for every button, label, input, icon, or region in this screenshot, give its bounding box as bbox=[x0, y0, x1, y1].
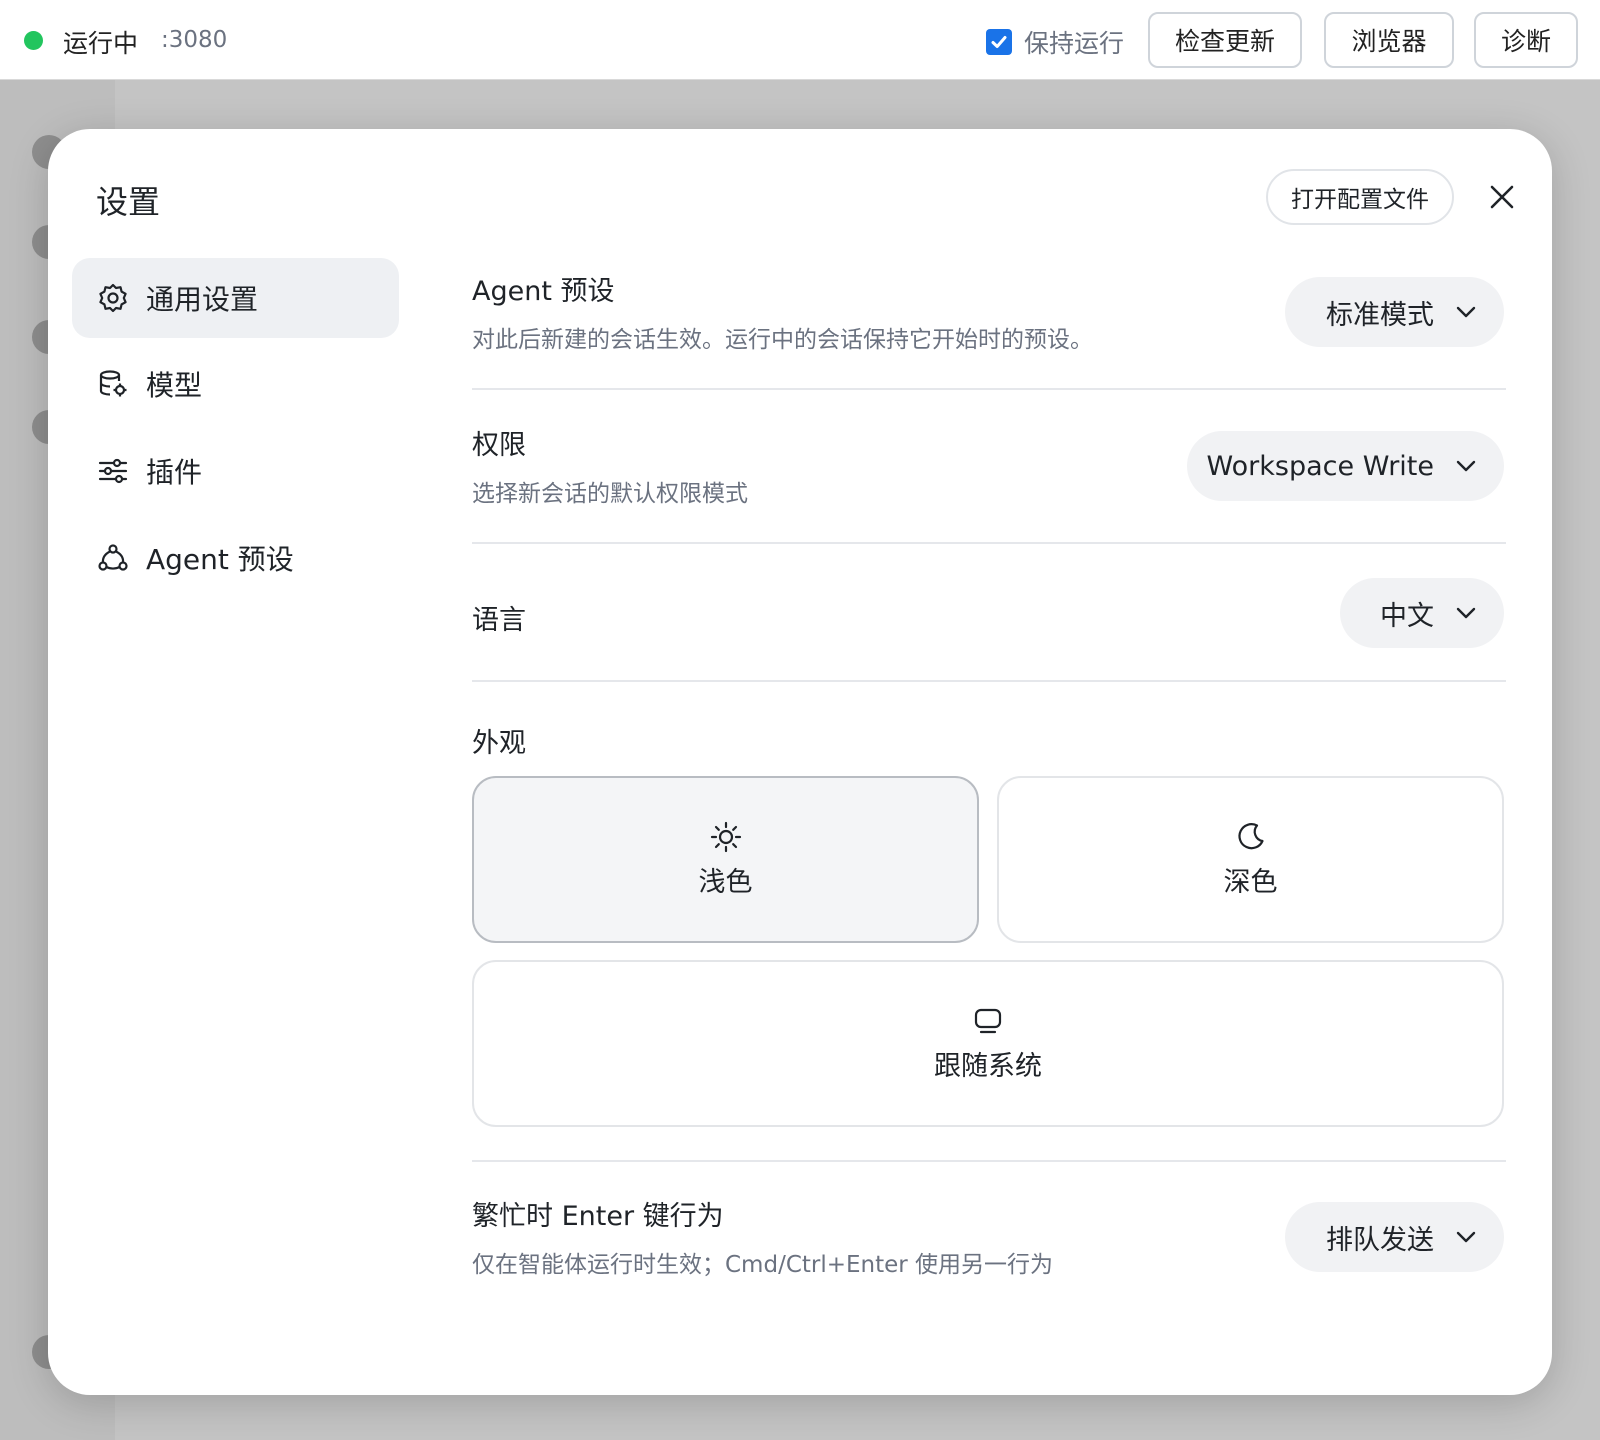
permission-value: Workspace Write bbox=[1206, 450, 1434, 482]
sidebar-item-label: Agent 预设 bbox=[146, 543, 294, 576]
agent-preset-select[interactable]: 标准模式 bbox=[1285, 277, 1504, 347]
status-text: 运行中 bbox=[63, 29, 139, 58]
busy-enter-value: 排队发送 bbox=[1326, 1224, 1434, 1256]
theme-option-light[interactable]: 浅色 bbox=[472, 776, 979, 943]
appearance-title: 外观 bbox=[472, 728, 526, 759]
monitor-icon bbox=[971, 1004, 1005, 1038]
chevron-down-icon bbox=[1456, 1228, 1476, 1247]
sun-icon bbox=[709, 820, 743, 854]
sidebar-item-agent-presets[interactable]: Agent 预设 bbox=[72, 518, 399, 598]
settings-modal: 设置 打开配置文件 通用设置 模型 插件 Agent 预设 Agent 预设 对… bbox=[48, 129, 1552, 1395]
theme-option-label: 跟随系统 bbox=[934, 1051, 1042, 1082]
language-title: 语言 bbox=[472, 605, 526, 636]
chevron-down-icon bbox=[1456, 303, 1476, 322]
theme-option-system[interactable]: 跟随系统 bbox=[472, 960, 1504, 1127]
keep-running-toggle[interactable]: 保持运行 bbox=[986, 24, 1124, 60]
close-icon[interactable] bbox=[1480, 175, 1524, 219]
diagnose-button[interactable]: 诊断 bbox=[1474, 12, 1578, 68]
chevron-down-icon bbox=[1456, 604, 1476, 623]
gear-icon bbox=[96, 281, 130, 315]
language-value: 中文 bbox=[1380, 600, 1434, 632]
divider bbox=[472, 680, 1506, 682]
busy-enter-select[interactable]: 排队发送 bbox=[1285, 1202, 1504, 1272]
sidebar-item-label: 模型 bbox=[146, 369, 203, 402]
agent-preset-title: Agent 预设 bbox=[472, 276, 615, 307]
port-text: :3080 bbox=[161, 27, 228, 53]
top-status-bar: 运行中 :3080 保持运行 检查更新 浏览器 诊断 bbox=[0, 0, 1600, 80]
language-select[interactable]: 中文 bbox=[1340, 578, 1504, 648]
sliders-icon bbox=[96, 454, 130, 488]
busy-enter-description: 仅在智能体运行时生效；Cmd/Ctrl+Enter 使用另一行为 bbox=[472, 1252, 1054, 1278]
permission-select[interactable]: Workspace Write bbox=[1187, 431, 1504, 501]
theme-option-dark[interactable]: 深色 bbox=[997, 776, 1504, 943]
permission-title: 权限 bbox=[472, 430, 526, 461]
browser-button[interactable]: 浏览器 bbox=[1324, 12, 1454, 68]
theme-option-label: 深色 bbox=[1223, 867, 1278, 898]
sidebar-item-label: 插件 bbox=[146, 456, 203, 489]
sidebar-item-general[interactable]: 通用设置 bbox=[72, 258, 399, 338]
permission-description: 选择新会话的默认权限模式 bbox=[472, 481, 748, 507]
divider bbox=[472, 542, 1506, 544]
open-config-file-button[interactable]: 打开配置文件 bbox=[1266, 169, 1454, 225]
divider bbox=[472, 1160, 1506, 1162]
divider bbox=[472, 388, 1506, 390]
agent-preset-description: 对此后新建的会话生效。运行中的会话保持它开始时的预设。 bbox=[472, 327, 1093, 353]
checkbox-checked-icon[interactable] bbox=[986, 29, 1012, 55]
keep-running-label: 保持运行 bbox=[1024, 29, 1125, 58]
sidebar-item-models[interactable]: 模型 bbox=[72, 344, 399, 424]
modal-title: 设置 bbox=[96, 183, 161, 221]
theme-option-label: 浅色 bbox=[698, 867, 753, 898]
moon-icon bbox=[1234, 820, 1268, 854]
database-gear-icon bbox=[96, 367, 130, 401]
sidebar-item-plugins[interactable]: 插件 bbox=[72, 431, 399, 511]
status-indicator-dot bbox=[24, 31, 43, 50]
chevron-down-icon bbox=[1456, 457, 1476, 476]
busy-enter-title: 繁忙时 Enter 键行为 bbox=[472, 1201, 724, 1232]
sidebar-item-label: 通用设置 bbox=[146, 283, 259, 316]
agent-preset-value: 标准模式 bbox=[1326, 299, 1434, 331]
agent-nodes-icon bbox=[96, 541, 130, 575]
check-update-button[interactable]: 检查更新 bbox=[1148, 12, 1302, 68]
